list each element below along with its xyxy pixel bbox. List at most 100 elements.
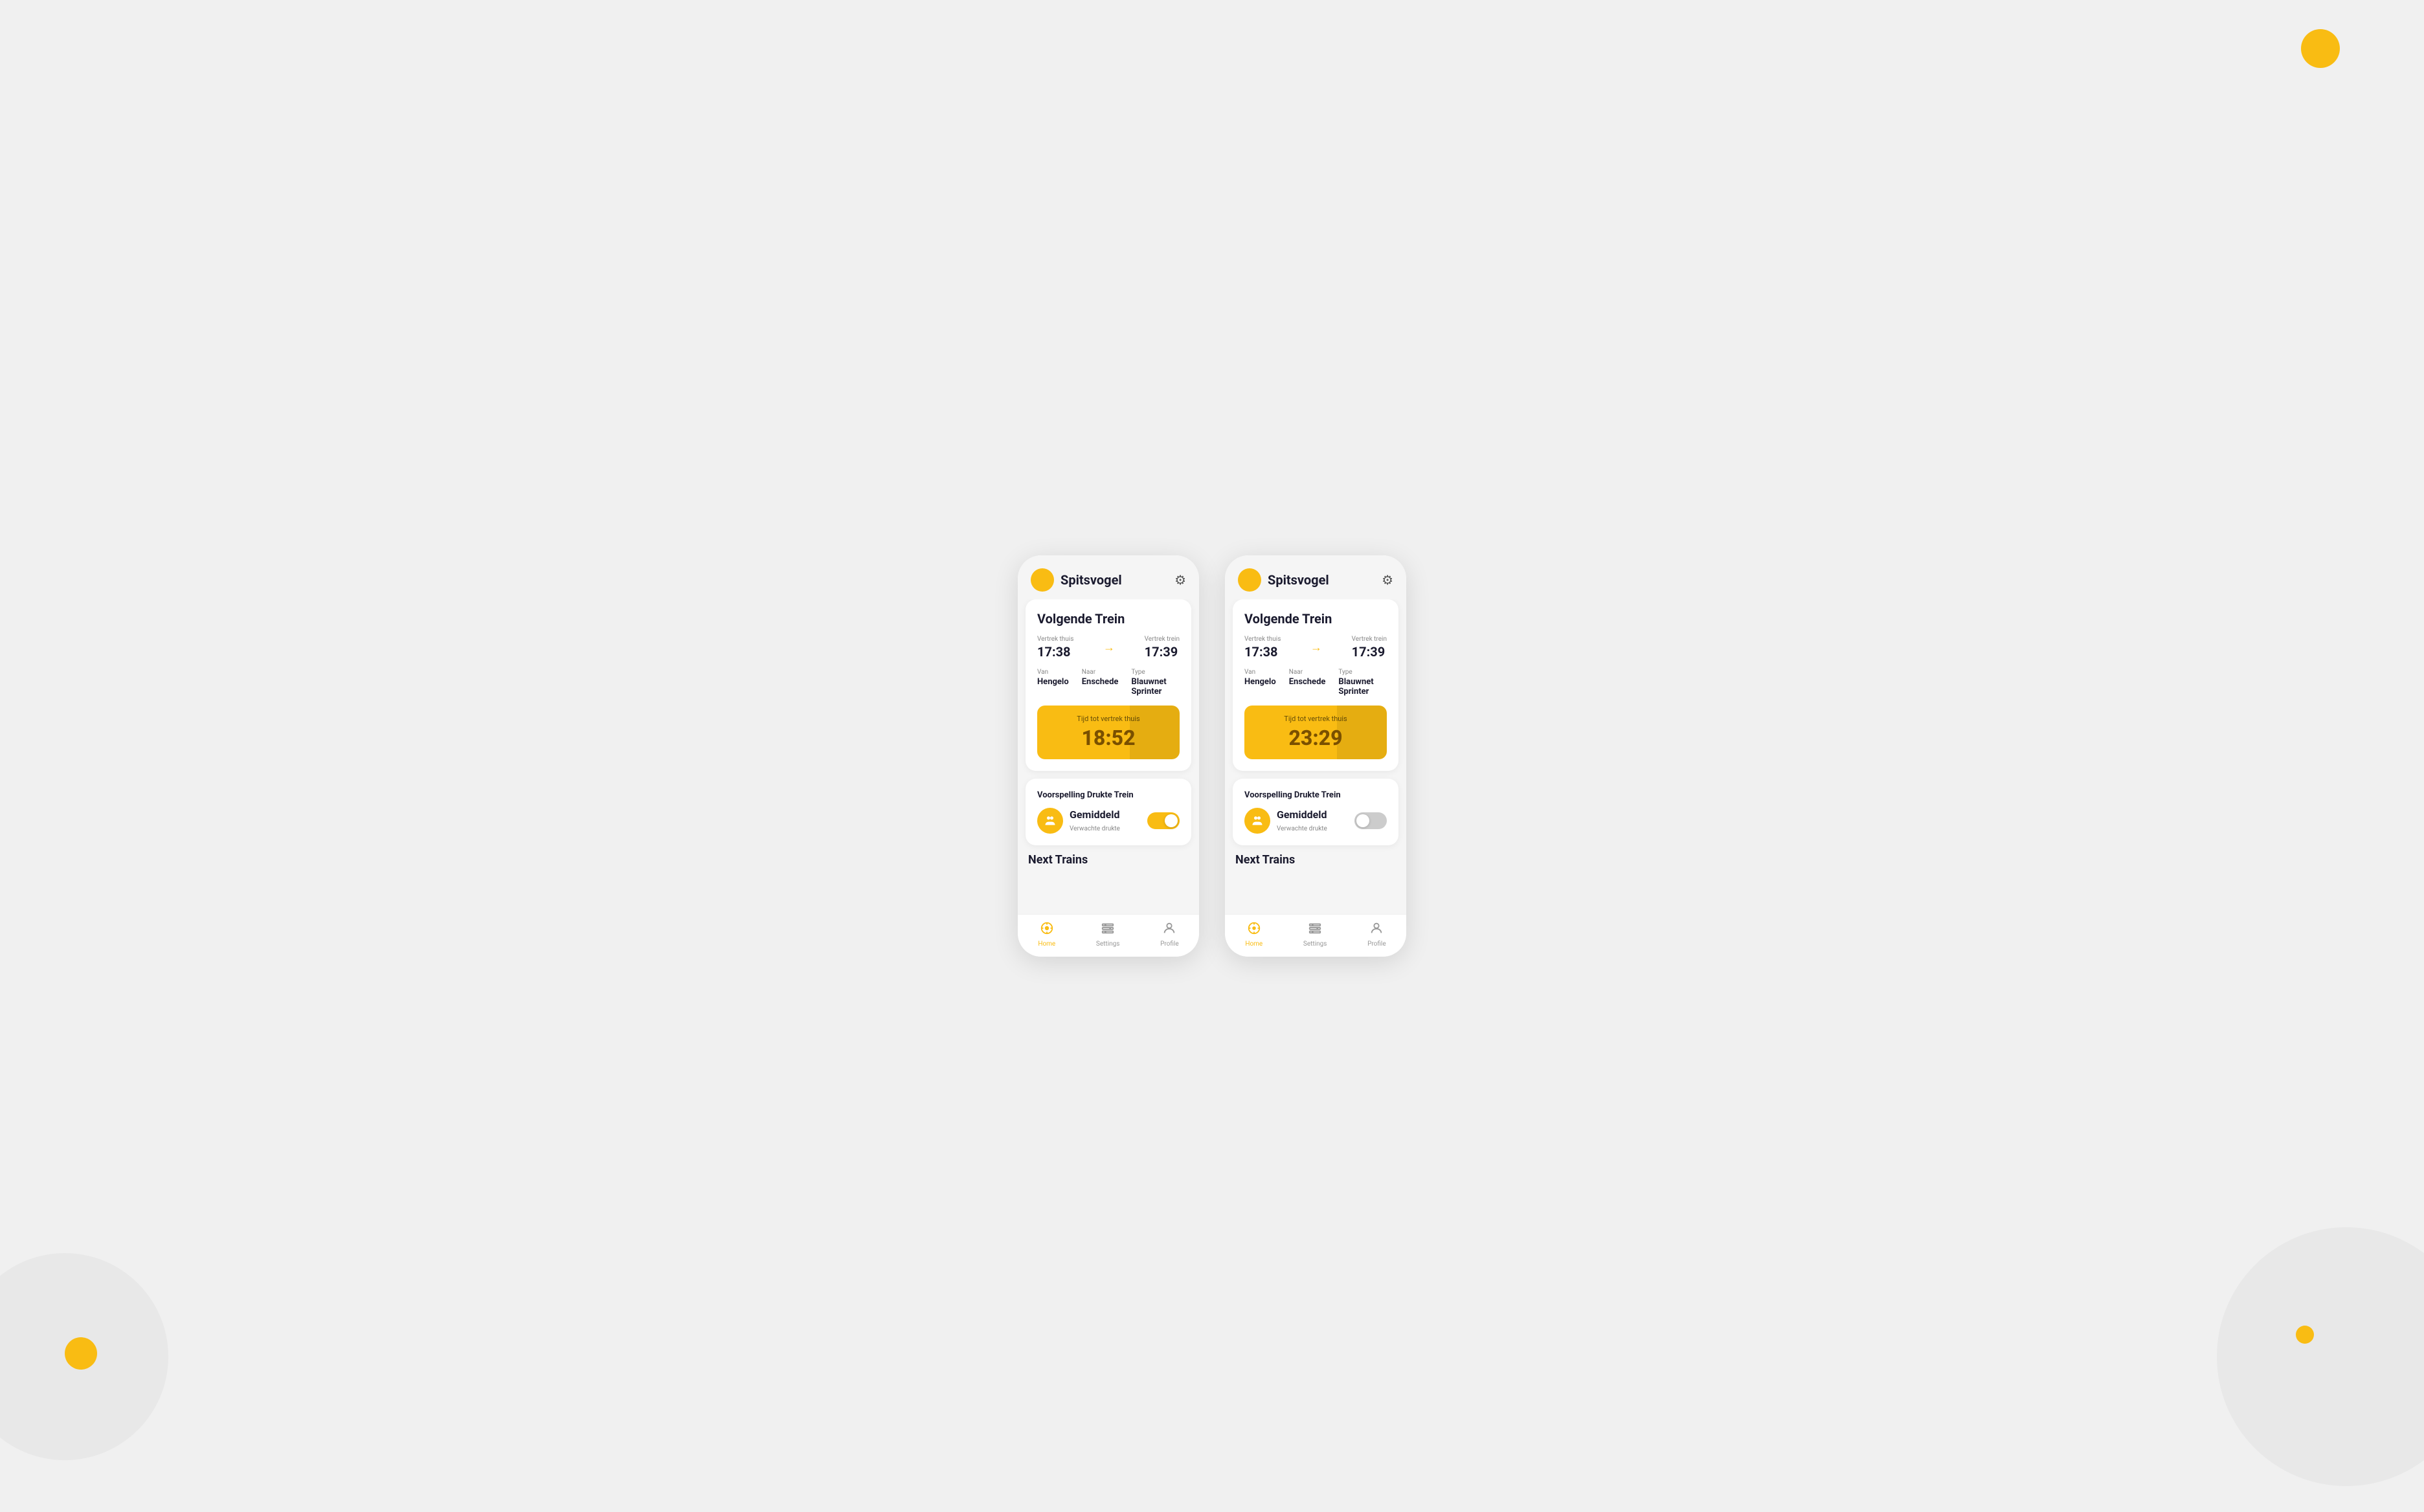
vertrek-thuis-label-right: Vertrek thuis [1244, 636, 1281, 643]
volgende-trein-title-left: Volgende Trein [1037, 611, 1180, 627]
van-block-left: Van Hengelo [1037, 669, 1069, 696]
dot-yellow-top-right [2301, 29, 2340, 68]
drukte-row-right: Gemiddeld Verwachte drukte [1244, 808, 1387, 834]
toggle-knob-right [1356, 814, 1369, 827]
vertrek-trein-block-right: Vertrek trein 17:39 [1352, 636, 1387, 660]
van-value-right: Hengelo [1244, 677, 1276, 687]
arrow-icon-right: → [1310, 641, 1322, 654]
volgende-trein-title-right: Volgende Trein [1244, 611, 1387, 627]
drukte-icon-left [1037, 808, 1063, 834]
drukte-level-right: Gemiddeld [1277, 808, 1327, 821]
route-info-left: Van Hengelo Naar Enschede Type Blauwnet … [1037, 669, 1180, 696]
phone-left-header: Spitsvogel ⚙ [1018, 555, 1199, 599]
nav-profile-left[interactable]: Profile [1160, 921, 1179, 948]
toggle-left[interactable] [1147, 812, 1180, 829]
nav-profile-right[interactable]: Profile [1367, 921, 1386, 948]
naar-label-right: Naar [1289, 669, 1326, 676]
nav-profile-label-left: Profile [1160, 940, 1179, 948]
van-label-right: Van [1244, 669, 1276, 676]
vertrek-trein-value-right: 17:39 [1352, 644, 1387, 660]
type-value-left: Blauwnet Sprinter [1131, 677, 1180, 696]
vertrek-trein-block-left: Vertrek trein 17:39 [1145, 636, 1180, 660]
type-value-right: Blauwnet Sprinter [1338, 677, 1387, 696]
nav-home-right[interactable]: Home [1245, 921, 1262, 948]
header-right-left: Spitsvogel [1238, 568, 1329, 592]
toggle-right[interactable] [1354, 812, 1387, 829]
countdown-label-right: Tijd tot vertrek thuis [1253, 715, 1378, 723]
nav-settings-label-right: Settings [1303, 940, 1327, 948]
next-trains-title-left: Next Trains [1026, 853, 1191, 867]
settings-icon-right [1308, 921, 1322, 939]
phone-left: Spitsvogel ⚙ Volgende Trein Vertrek thui… [1018, 555, 1199, 957]
drukte-card-left: Voorspelling Drukte Trein [1026, 779, 1191, 845]
profile-icon-right [1369, 921, 1384, 939]
naar-value-left: Enschede [1082, 677, 1119, 687]
countdown-right: Tijd tot vertrek thuis 23:29 [1244, 706, 1387, 759]
type-label-left: Type [1131, 669, 1180, 676]
vertrek-trein-label-right: Vertrek trein [1352, 636, 1387, 643]
drukte-text-left: Gemiddeld Verwachte drukte [1070, 808, 1120, 833]
settings-icon-left [1101, 921, 1115, 939]
drukte-title-right: Voorspelling Drukte Trein [1244, 790, 1387, 800]
route-info-right: Van Hengelo Naar Enschede Type Blauwnet … [1244, 669, 1387, 696]
volgende-trein-card-left: Volgende Trein Vertrek thuis 17:38 → Ver… [1026, 599, 1191, 771]
drukte-left-left: Gemiddeld Verwachte drukte [1037, 808, 1120, 834]
logo-circle-left [1031, 568, 1054, 592]
naar-block-right: Naar Enschede [1289, 669, 1326, 696]
nav-home-left[interactable]: Home [1038, 921, 1055, 948]
countdown-left: Tijd tot vertrek thuis 18:52 [1037, 706, 1180, 759]
phone-left-content: Volgende Trein Vertrek thuis 17:38 → Ver… [1018, 599, 1199, 914]
vertrek-trein-value-left: 17:39 [1145, 644, 1180, 660]
phone-right: Spitsvogel ⚙ Volgende Trein Vertrek thui… [1225, 555, 1406, 957]
home-icon-right [1247, 921, 1261, 939]
vertrek-thuis-value-right: 17:38 [1244, 644, 1281, 660]
nav-settings-right[interactable]: Settings [1303, 921, 1327, 948]
countdown-label-left: Tijd tot vertrek thuis [1046, 715, 1171, 723]
profile-icon-left [1162, 921, 1176, 939]
van-label-left: Van [1037, 669, 1069, 676]
phone-right-inner: Spitsvogel ⚙ Volgende Trein Vertrek thui… [1225, 555, 1406, 957]
vertrek-trein-label-left: Vertrek trein [1145, 636, 1180, 643]
type-block-left: Type Blauwnet Sprinter [1131, 669, 1180, 696]
phone-right-content: Volgende Trein Vertrek thuis 17:38 → Ver… [1225, 599, 1406, 914]
countdown-value-right: 23:29 [1253, 726, 1378, 750]
nav-settings-left[interactable]: Settings [1096, 921, 1120, 948]
drukte-left-right: Gemiddeld Verwachte drukte [1244, 808, 1327, 834]
vertrek-thuis-value-left: 17:38 [1037, 644, 1073, 660]
type-block-right: Type Blauwnet Sprinter [1338, 669, 1387, 696]
volgende-trein-card-right: Volgende Trein Vertrek thuis 17:38 → Ver… [1233, 599, 1398, 771]
drukte-text-right: Gemiddeld Verwachte drukte [1277, 808, 1327, 833]
bg-circle-right [2217, 1227, 2424, 1486]
countdown-value-left: 18:52 [1046, 726, 1171, 750]
app-title-right: Spitsvogel [1268, 572, 1329, 588]
app-title-left: Spitsvogel [1060, 572, 1122, 588]
gear-icon-right[interactable]: ⚙ [1382, 572, 1393, 588]
drukte-level-left: Gemiddeld [1070, 808, 1120, 821]
drukte-icon-right [1244, 808, 1270, 834]
nav-home-label-left: Home [1038, 940, 1055, 948]
train-times-right: Vertrek thuis 17:38 → Vertrek trein 17:3… [1244, 636, 1387, 660]
arrow-icon-left: → [1103, 641, 1115, 654]
gear-icon-left[interactable]: ⚙ [1174, 572, 1186, 588]
drukte-sublabel-right: Verwachte drukte [1277, 825, 1327, 832]
header-left: Spitsvogel [1031, 568, 1122, 592]
next-trains-title-right: Next Trains [1233, 853, 1398, 867]
naar-label-left: Naar [1082, 669, 1119, 676]
bottom-nav-left: Home Settings [1018, 914, 1199, 957]
drukte-sublabel-left: Verwachte drukte [1070, 825, 1120, 832]
logo-circle-right [1238, 568, 1261, 592]
drukte-row-left: Gemiddeld Verwachte drukte [1037, 808, 1180, 834]
phone-right-header: Spitsvogel ⚙ [1225, 555, 1406, 599]
phone-left-inner: Spitsvogel ⚙ Volgende Trein Vertrek thui… [1018, 555, 1199, 957]
naar-value-right: Enschede [1289, 677, 1326, 687]
dot-yellow-left [65, 1337, 97, 1370]
nav-home-label-right: Home [1245, 940, 1262, 948]
home-icon-left [1040, 921, 1054, 939]
drukte-title-left: Voorspelling Drukte Trein [1037, 790, 1180, 800]
dot-yellow-mid-right [2296, 1326, 2314, 1344]
nav-settings-label-left: Settings [1096, 940, 1120, 948]
toggle-knob-left [1165, 814, 1178, 827]
vertrek-thuis-label-left: Vertrek thuis [1037, 636, 1073, 643]
drukte-card-right: Voorspelling Drukte Trein [1233, 779, 1398, 845]
bottom-nav-right: Home Settings [1225, 914, 1406, 957]
